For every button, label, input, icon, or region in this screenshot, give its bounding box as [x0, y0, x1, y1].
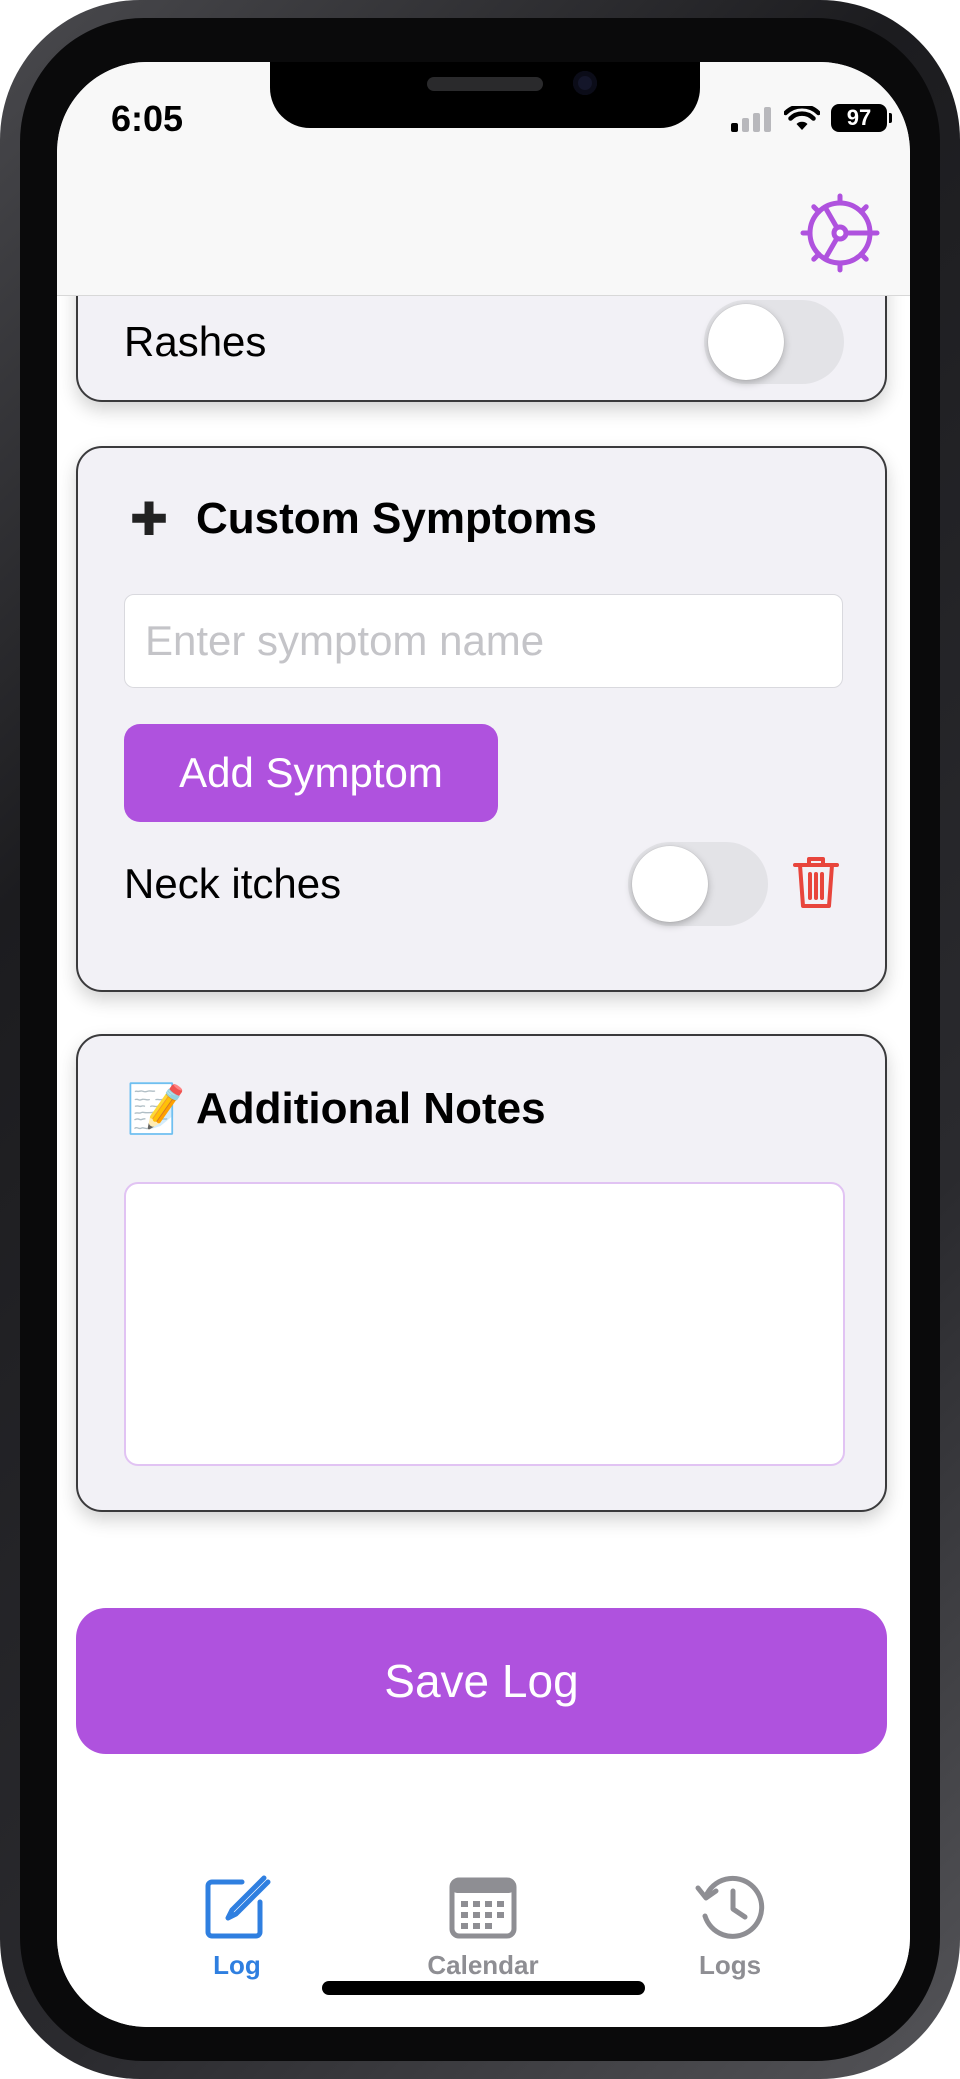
add-symptom-button[interactable]: Add Symptom: [124, 724, 498, 822]
memo-icon: 📝: [126, 1083, 186, 1136]
tab-logs[interactable]: Logs: [630, 1874, 830, 1981]
battery-level: 97: [846, 105, 872, 130]
tab-bar: Log Calendar Logs: [57, 1814, 910, 2027]
gear-icon[interactable]: [797, 190, 883, 276]
save-log-button[interactable]: Save Log: [76, 1608, 887, 1754]
symptom-name-input[interactable]: [124, 594, 843, 688]
front-camera: [573, 71, 597, 95]
additional-notes-card: 📝 Additional Notes: [76, 1034, 887, 1512]
earpiece-speaker: [427, 77, 543, 91]
custom-symptoms-card: ✚ Custom Symptoms Add Symptom Neck itche…: [76, 446, 887, 992]
tab-label-calendar: Calendar: [427, 1950, 539, 1980]
tab-label-logs: Logs: [698, 1950, 762, 1980]
trash-icon[interactable]: [792, 854, 840, 910]
status-time: 6:05: [111, 98, 184, 139]
notes-textarea[interactable]: [124, 1182, 845, 1466]
phone-screen: 6:05 97 Rashes ✚ Custom Symptoms Enter s…: [57, 62, 910, 2027]
toggle-knob: [632, 846, 708, 922]
symptom-card-rashes: Rashes: [76, 296, 887, 402]
history-icon: [695, 1875, 765, 1939]
custom-symptoms-title: ✚ Custom Symptoms: [126, 492, 597, 546]
edit-square-icon: [205, 1875, 271, 1939]
cellular-signal-icon: [731, 106, 773, 132]
wifi-icon: [784, 106, 820, 130]
battery-icon: 97: [831, 104, 892, 132]
rashes-toggle[interactable]: [704, 300, 844, 384]
home-indicator[interactable]: [322, 1981, 645, 1995]
scroll-content[interactable]: Rashes ✚ Custom Symptoms Add Symptom Nec…: [57, 296, 910, 1796]
notch: [270, 62, 700, 128]
tab-log[interactable]: Log: [137, 1874, 337, 1981]
tab-calendar[interactable]: Calendar: [383, 1874, 583, 1981]
toggle-knob: [708, 304, 784, 380]
tab-label-log: Log: [213, 1950, 261, 1980]
additional-notes-title: 📝 Additional Notes: [126, 1080, 546, 1137]
plus-icon: ✚: [129, 493, 169, 545]
neck-itches-toggle[interactable]: [628, 842, 768, 926]
symptom-label-rashes: Rashes: [124, 318, 267, 365]
custom-symptoms-heading: Custom Symptoms: [196, 494, 597, 543]
additional-notes-heading: Additional Notes: [196, 1083, 546, 1133]
calendar-icon: [449, 1877, 517, 1939]
custom-symptom-label: Neck itches: [124, 860, 342, 907]
